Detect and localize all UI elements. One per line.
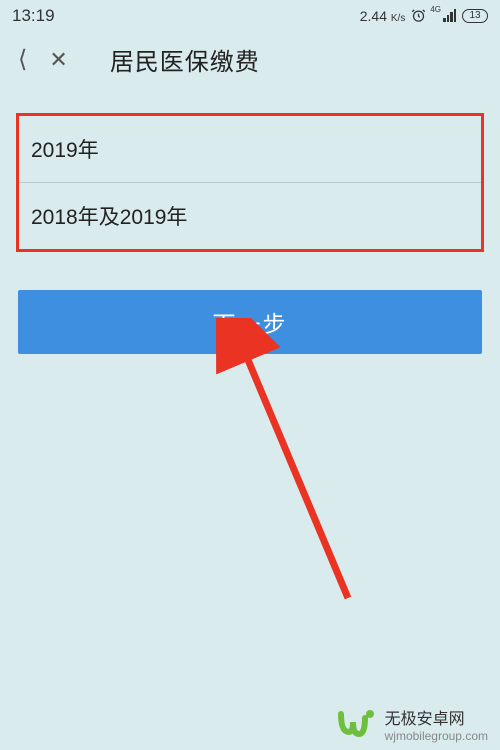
status-right: 2.44 K/s 4G 13 — [360, 8, 488, 24]
option-2019[interactable]: 2019年 — [19, 116, 481, 183]
status-bar: 13:19 2.44 K/s 4G 13 — [0, 0, 500, 28]
page-title: 居民医保缴费 — [110, 42, 260, 77]
option-2018-2019[interactable]: 2018年及2019年 — [19, 183, 481, 249]
back-icon[interactable]: ⟨ — [18, 45, 27, 74]
close-icon[interactable]: ✕ — [49, 47, 67, 73]
next-button[interactable]: 下一步 — [18, 290, 482, 354]
year-options-box: 2019年 2018年及2019年 — [16, 113, 484, 252]
watermark-logo-icon — [337, 704, 377, 744]
watermark-name: 无极安卓网 — [385, 705, 465, 729]
signal-icon: 4G — [432, 9, 456, 22]
app-header: ⟨ ✕ 居民医保缴费 — [0, 28, 500, 91]
alarm-icon — [411, 8, 426, 23]
network-speed: 2.44 K/s — [360, 8, 406, 24]
battery-icon: 13 — [462, 9, 488, 23]
watermark-url: wjmobilegroup.com — [385, 729, 488, 743]
status-time: 13:19 — [12, 6, 55, 26]
watermark: 无极安卓网 wjmobilegroup.com — [0, 696, 500, 750]
arrow-annotation — [168, 318, 388, 618]
